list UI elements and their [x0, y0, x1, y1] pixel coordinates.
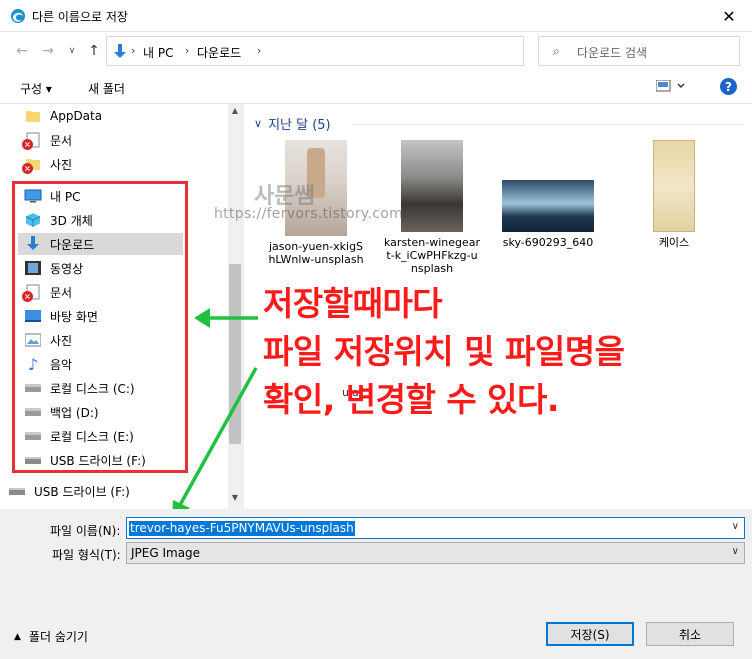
hide-folders-button[interactable]: ▲ 폴더 숨기기 [14, 628, 88, 645]
annotation-line: 파일 저장위치 및 파일명을 [263, 332, 625, 371]
save-button[interactable]: 저장(S) [546, 622, 634, 646]
annotation-line: 확인, 변경할 수 있다. [263, 380, 559, 419]
filename-label: 파일 이름(N): [50, 524, 121, 538]
chevron-down-icon: ∨ [731, 546, 739, 557]
annotation-line: 저장할때마다 [263, 284, 443, 323]
arrowhead-left [194, 308, 210, 328]
caret-up-icon: ▲ [14, 631, 21, 642]
cancel-button[interactable]: 취소 [646, 622, 734, 646]
filetype-label: 파일 형식(T): [52, 548, 121, 562]
annotation-text: 저장할때마다 파일 저장위치 및 파일명을 확인, 변경할 수 있다. [263, 280, 625, 424]
filetype-select[interactable]: JPEG Image ∨ [126, 542, 745, 564]
arrow-to-filename [178, 367, 258, 506]
filetype-value: JPEG Image [131, 546, 201, 560]
filename-value: trevor-hayes-Fu5PNYMAVUs-unsplash [129, 521, 355, 536]
save-options: 파일 이름(N): trevor-hayes-Fu5PNYMAVUs-unspl… [0, 509, 752, 659]
chevron-down-icon[interactable]: ∨ [732, 521, 739, 532]
filename-input[interactable]: trevor-hayes-Fu5PNYMAVUs-unsplash ∨ [126, 517, 745, 539]
cancel-button-label: 취소 [678, 627, 702, 642]
hide-folders-label: 폴더 숨기기 [28, 630, 88, 644]
save-button-label: 저장(S) [570, 627, 610, 642]
